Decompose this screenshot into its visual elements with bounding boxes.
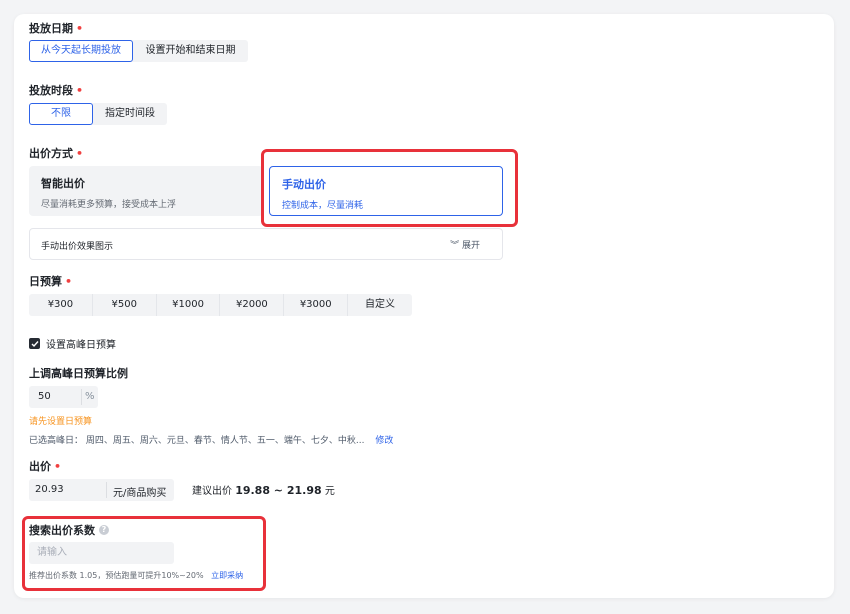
schedule-label: 投放日期 •: [29, 22, 84, 35]
time-slot-selector: 不限 指定时间段: [29, 103, 167, 125]
bid-unit: 元/商品购买: [113, 488, 167, 499]
budget-option-2000[interactable]: ¥2000: [220, 294, 285, 316]
bid-value: 20.93: [35, 484, 64, 495]
time-slot-option-unlimited[interactable]: 不限: [29, 103, 93, 125]
expand-toggle[interactable]: ︾ 展开: [450, 238, 480, 251]
bid-method-label: 出价方式 •: [29, 147, 84, 160]
budget-option-3000[interactable]: ¥3000: [284, 294, 349, 316]
peak-selected-days: 已选高峰日： 周四、周五、周六、元旦、春节、情人节、五一、端午、七夕、中秋...…: [29, 436, 394, 446]
schedule-selector: 从今天起长期投放 设置开始和结束日期: [29, 40, 248, 62]
highlight-box-search-coef: [22, 516, 266, 591]
peak-ratio-label: 上调高峰日预算比例: [29, 367, 128, 380]
budget-option-custom[interactable]: 自定义: [348, 294, 412, 316]
peak-ratio-input[interactable]: 50 %: [29, 386, 98, 408]
double-chevron-down-icon: ︾: [450, 241, 460, 251]
schedule-option-date-range[interactable]: 设置开始和结束日期: [133, 40, 248, 62]
peak-budget-checkbox-label: 设置高峰日预算: [46, 340, 116, 351]
input-divider: [106, 482, 107, 498]
schedule-option-long-term[interactable]: 从今天起长期投放: [29, 40, 133, 62]
daily-budget-options: ¥300 ¥500 ¥1000 ¥2000 ¥3000 自定义: [29, 294, 412, 316]
time-slot-label: 投放时段 •: [29, 84, 84, 97]
ad-settings-card: 投放日期 • 从今天起长期投放 设置开始和结束日期 投放时段 • 不限 指定时间段 …: [14, 14, 834, 598]
peak-budget-checkbox-row[interactable]: 设置高峰日预算: [29, 336, 116, 351]
checkbox-checked-icon[interactable]: [29, 338, 40, 349]
time-slot-option-custom[interactable]: 指定时间段: [93, 103, 167, 125]
peak-ratio-unit: %: [85, 391, 95, 402]
bid-effect-title: 手动出价效果图示: [41, 242, 114, 252]
bid-card-smart[interactable]: 智能出价 尽量消耗更多预算，接受成本上浮: [29, 166, 263, 216]
daily-budget-label: 日预算 •: [29, 275, 73, 288]
bid-label: 出价 •: [29, 460, 62, 473]
peak-edit-link[interactable]: 修改: [375, 436, 393, 446]
bid-input[interactable]: 20.93 元/商品购买: [29, 479, 174, 501]
suggested-bid: 建议出价 19.88 ~ 21.98 元: [192, 484, 335, 497]
suggested-bid-range: 19.88 ~ 21.98: [235, 484, 322, 497]
peak-ratio-value: 50: [38, 391, 51, 402]
peak-warning-text: 请先设置日预算: [29, 417, 93, 427]
highlight-box-manual-bid: [261, 149, 518, 227]
budget-option-1000[interactable]: ¥1000: [157, 294, 221, 316]
budget-option-300[interactable]: ¥300: [29, 294, 93, 316]
bid-effect-panel[interactable]: 手动出价效果图示 ︾ 展开: [29, 228, 503, 260]
input-divider: [81, 389, 82, 405]
bid-card-smart-title: 智能出价: [41, 177, 85, 190]
bid-card-smart-desc: 尽量消耗更多预算，接受成本上浮: [41, 200, 177, 210]
budget-option-500[interactable]: ¥500: [93, 294, 157, 316]
